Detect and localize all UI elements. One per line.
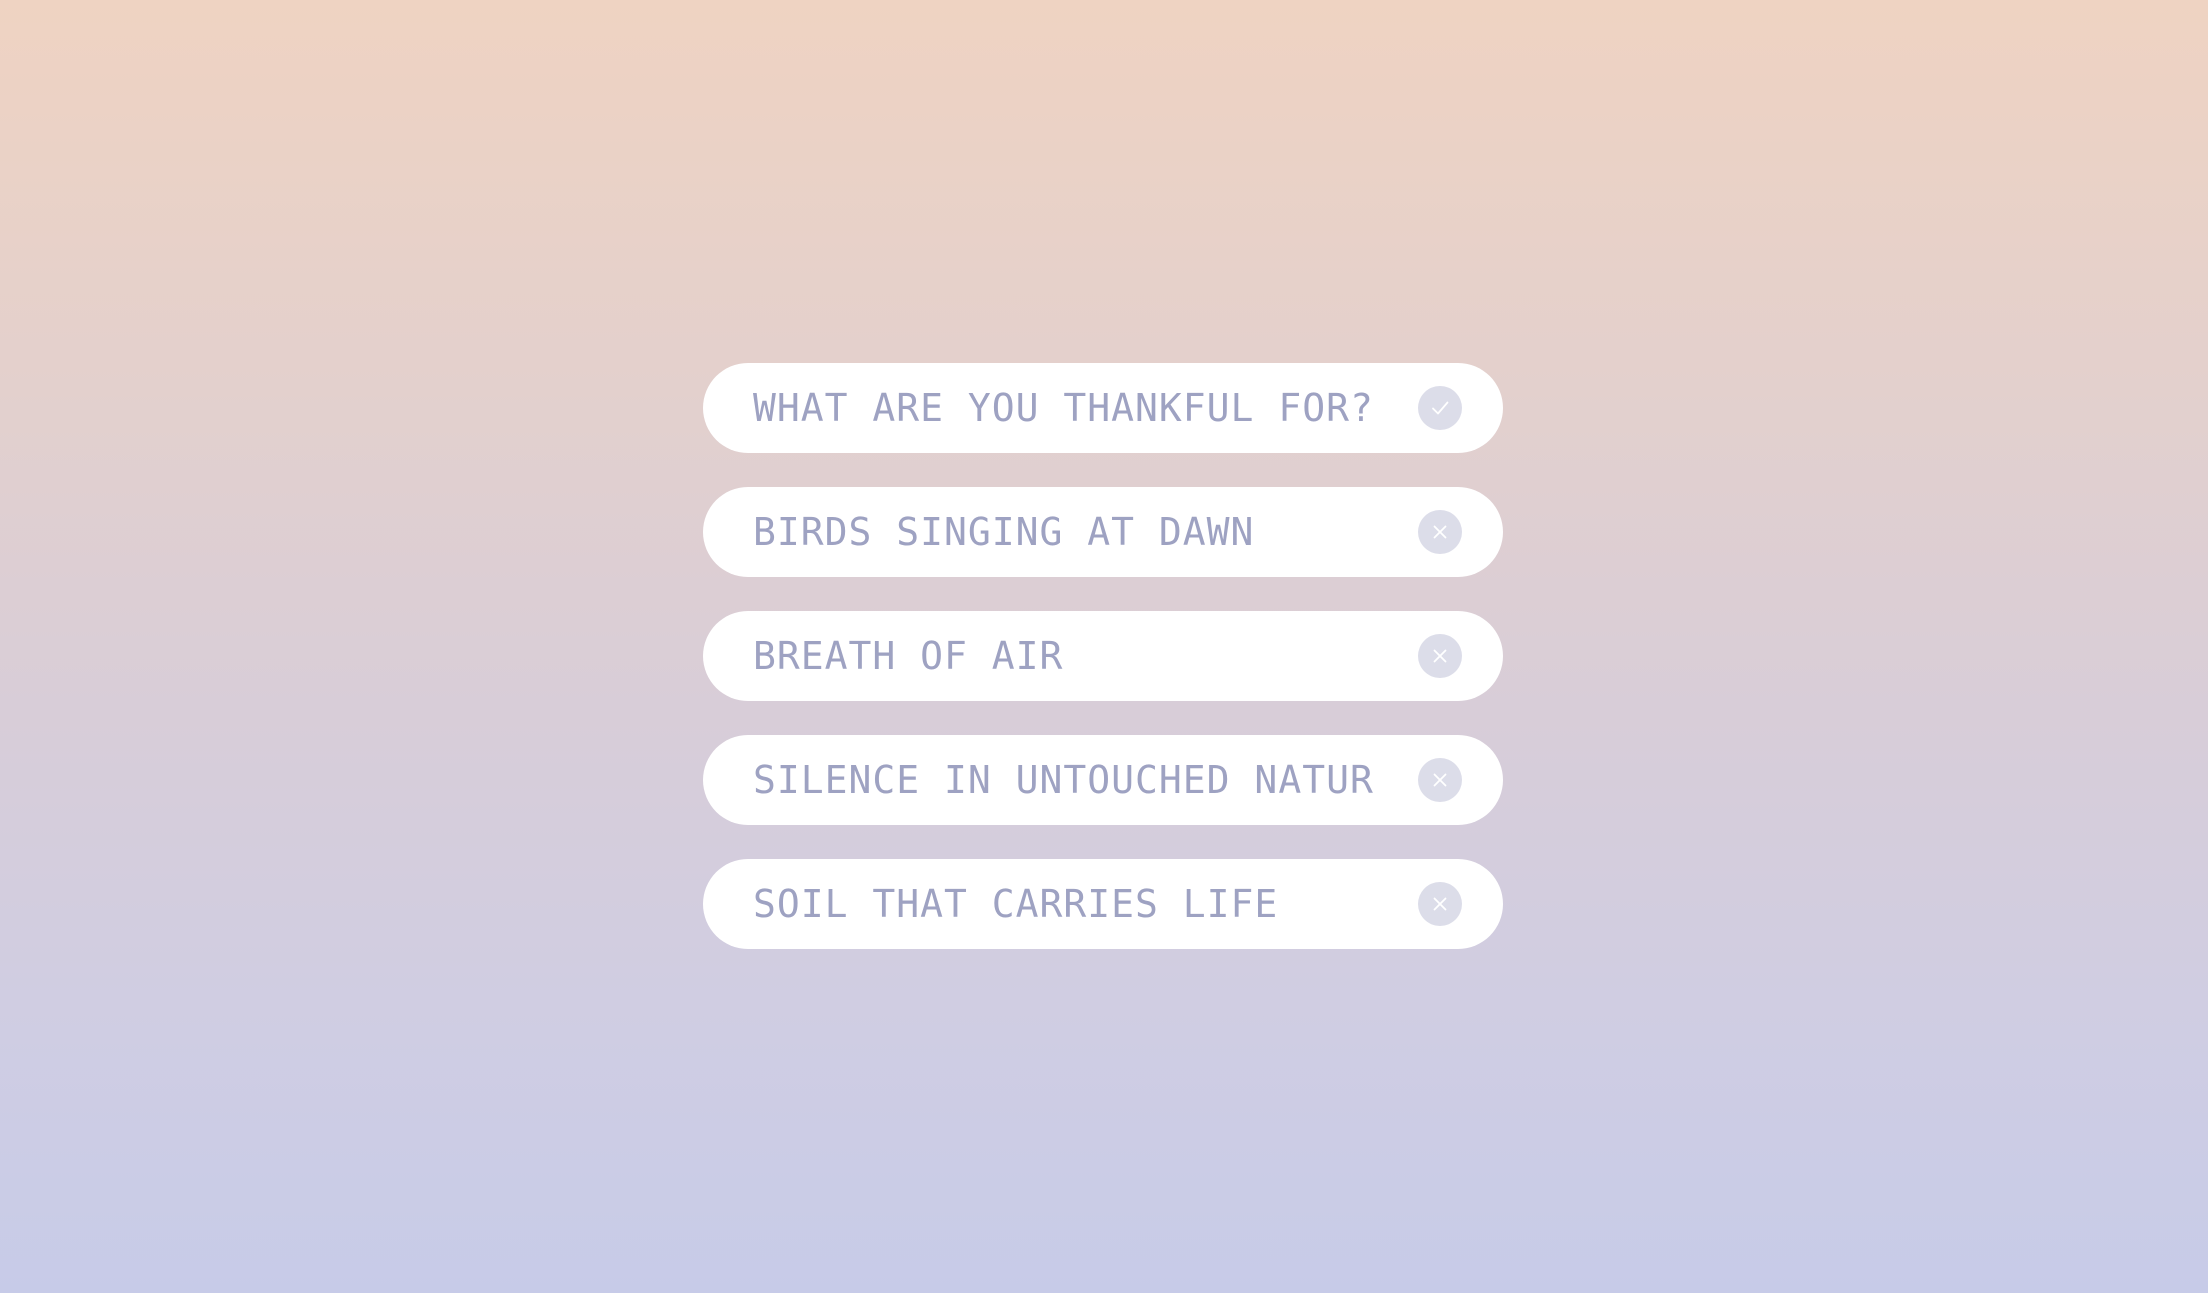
gratitude-item-text: BREATH OF AIR: [753, 634, 1064, 678]
gratitude-list: BIRDS SINGING AT DAWN BREATH OF AIR SILE…: [703, 363, 1503, 983]
remove-item-button[interactable]: [1418, 634, 1462, 678]
check-icon: [1432, 401, 1449, 415]
close-icon: [1433, 773, 1447, 787]
gratitude-item-text: BIRDS SINGING AT DAWN: [753, 510, 1255, 554]
submit-button[interactable]: [1418, 386, 1462, 430]
gratitude-item: BREATH OF AIR: [703, 611, 1503, 701]
close-icon: [1433, 897, 1447, 911]
remove-item-button[interactable]: [1418, 510, 1462, 554]
remove-item-button[interactable]: [1418, 758, 1462, 802]
gratitude-item: SILENCE IN UNTOUCHED NATUR: [703, 735, 1503, 825]
remove-item-button[interactable]: [1418, 882, 1462, 926]
close-icon: [1433, 525, 1447, 539]
gratitude-item: BIRDS SINGING AT DAWN: [703, 487, 1503, 577]
close-icon: [1433, 649, 1447, 663]
gratitude-item-text: SOIL THAT CARRIES LIFE: [753, 882, 1279, 926]
gratitude-item-text: SILENCE IN UNTOUCHED NATUR: [753, 758, 1374, 802]
gratitude-item: SOIL THAT CARRIES LIFE: [703, 859, 1503, 949]
gratitude-input[interactable]: [753, 363, 1387, 453]
gratitude-input-row: [703, 363, 1503, 453]
